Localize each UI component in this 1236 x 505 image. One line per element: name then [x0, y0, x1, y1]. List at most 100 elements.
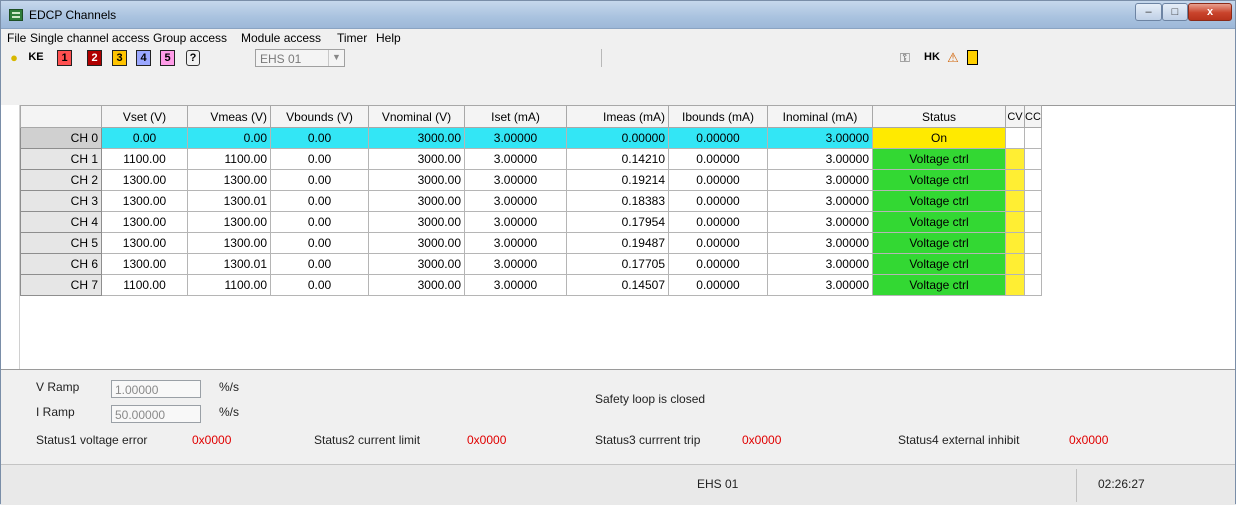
cell-cv-flag: [1005, 127, 1025, 149]
cell-imeas: 0.18383: [566, 190, 669, 212]
cell-cc-flag: [1024, 253, 1042, 275]
col-cc-header[interactable]: CC: [1024, 105, 1042, 128]
cell-channel[interactable]: CH 0: [20, 127, 102, 149]
cell-status: Voltage ctrl: [872, 211, 1006, 233]
menu-group-access[interactable]: Group access: [153, 31, 227, 45]
cell-cv-flag: [1005, 253, 1025, 275]
edcp-channels-window: EDCP Channels – □ x File Single channel …: [0, 0, 1236, 505]
cell-channel[interactable]: CH 5: [20, 232, 102, 254]
cell-ibounds: 0.00000: [668, 127, 768, 149]
cell-imeas: 0.14210: [566, 148, 669, 170]
cell-vnominal: 3000.00: [368, 148, 465, 170]
cell-vset: 1300.00: [101, 232, 188, 254]
cell-vmeas: 1300.01: [187, 253, 271, 275]
table-row[interactable]: CH 5 1300.00 1300.00 0.00 3000.00 3.00000 0.19…: [20, 232, 1042, 254]
cell-vset: 1300.00: [101, 169, 188, 191]
status4-value: 0x0000: [1069, 433, 1109, 447]
safety-loop-status: Safety loop is closed: [595, 392, 706, 406]
maximize-button[interactable]: □: [1162, 3, 1188, 21]
cell-imeas: 0.19487: [566, 232, 669, 254]
cell-ibounds: 0.00000: [668, 274, 768, 296]
col-vbounds-header[interactable]: Vbounds (V): [270, 105, 369, 128]
cell-inominal: 3.00000: [767, 127, 873, 149]
group-1-button[interactable]: 1: [57, 50, 72, 66]
ke-button[interactable]: KE: [27, 50, 45, 66]
cell-channel[interactable]: CH 7: [20, 274, 102, 296]
cell-status: Voltage ctrl: [872, 232, 1006, 254]
cell-imeas: 0.19214: [566, 169, 669, 191]
table-header-row: Vset (V) Vmeas (V) Vbounds (V) Vnominal …: [20, 105, 1042, 128]
cell-cv-flag: [1005, 148, 1025, 170]
cell-cc-flag: [1024, 127, 1042, 149]
table-row[interactable]: CH 6 1300.00 1300.01 0.00 3000.00 3.00000 0.17…: [20, 253, 1042, 275]
i-ramp-input[interactable]: 50.00000: [111, 405, 201, 423]
cell-vnominal: 3000.00: [368, 127, 465, 149]
menu-help[interactable]: Help: [376, 31, 401, 45]
cell-channel[interactable]: CH 3: [20, 190, 102, 212]
key-icon[interactable]: ⚿: [896, 50, 914, 66]
v-ramp-input[interactable]: 1.00000: [111, 380, 201, 398]
window-title: EDCP Channels: [29, 8, 117, 22]
cell-channel[interactable]: CH 1: [20, 148, 102, 170]
hk-button[interactable]: HK: [922, 50, 942, 66]
col-ibounds-header[interactable]: Ibounds (mA): [668, 105, 768, 128]
cell-vbounds: 0.00: [270, 169, 369, 191]
cell-cv-flag: [1005, 190, 1025, 212]
table-row[interactable]: CH 1 1100.00 1100.00 0.00 3000.00 3.00000 0.14…: [20, 148, 1042, 170]
col-cv-header[interactable]: CV: [1005, 105, 1025, 128]
cell-channel[interactable]: CH 4: [20, 211, 102, 233]
group-5-button[interactable]: 5: [160, 50, 175, 66]
col-imeas-header[interactable]: Imeas (mA): [566, 105, 669, 128]
i-ramp-label: I Ramp: [36, 405, 75, 419]
cell-imeas: 0.17705: [566, 253, 669, 275]
table-row[interactable]: CH 4 1300.00 1300.00 0.00 3000.00 3.00000 0.17…: [20, 211, 1042, 233]
module-select[interactable]: EHS 01 ▼: [255, 49, 345, 67]
table-row[interactable]: CH 3 1300.00 1300.01 0.00 3000.00 3.00000 0.18…: [20, 190, 1042, 212]
close-button[interactable]: x: [1188, 3, 1232, 21]
status-clock: 02:26:27: [1098, 477, 1145, 491]
status-module-name: EHS 01: [697, 477, 739, 491]
col-iset-header[interactable]: Iset (mA): [464, 105, 567, 128]
status1-label: Status1 voltage error: [36, 433, 148, 447]
app-icon: [9, 9, 23, 21]
cell-vmeas: 0.00: [187, 127, 271, 149]
warning-icon[interactable]: ⚠: [945, 50, 961, 66]
col-status-header[interactable]: Status: [872, 105, 1006, 128]
menu-timer[interactable]: Timer: [337, 31, 367, 45]
col-vmeas-header[interactable]: Vmeas (V): [187, 105, 271, 128]
lightbulb-icon[interactable]: ●: [7, 50, 21, 66]
cell-inominal: 3.00000: [767, 232, 873, 254]
cell-iset: 3.00000: [464, 211, 567, 233]
table-row[interactable]: CH 0 0.00 0.00 0.00 3000.00 3.00000 0.00000 0.0…: [20, 127, 1042, 149]
cell-channel[interactable]: CH 6: [20, 253, 102, 275]
col-vnominal-header[interactable]: Vnominal (V): [368, 105, 465, 128]
cell-imeas: 0.17954: [566, 211, 669, 233]
cell-vset: 1300.00: [101, 211, 188, 233]
group-4-button[interactable]: 4: [136, 50, 151, 66]
cell-inominal: 3.00000: [767, 169, 873, 191]
module-select-value: EHS 01: [260, 52, 302, 66]
menu-module-access[interactable]: Module access: [241, 31, 321, 45]
menu-single-channel-access[interactable]: Single channel access: [30, 31, 149, 45]
cell-vbounds: 0.00: [270, 232, 369, 254]
help-question-icon[interactable]: ?: [186, 50, 200, 66]
cell-channel[interactable]: CH 2: [20, 169, 102, 191]
chevron-down-icon[interactable]: ▼: [328, 50, 344, 66]
cell-vbounds: 0.00: [270, 253, 369, 275]
status3-label: Status3 currrent trip: [595, 433, 701, 447]
group-2-button[interactable]: 2: [87, 50, 102, 66]
table-row[interactable]: CH 7 1100.00 1100.00 0.00 3000.00 3.00000 0.14…: [20, 274, 1042, 296]
group-3-button[interactable]: 3: [112, 50, 127, 66]
col-inominal-header[interactable]: Inominal (mA): [767, 105, 873, 128]
cell-status: Voltage ctrl: [872, 274, 1006, 296]
menu-bar: File Single channel access Group access …: [1, 29, 1235, 47]
minimize-button[interactable]: –: [1135, 3, 1162, 21]
cell-vmeas: 1300.00: [187, 232, 271, 254]
exit-door-icon[interactable]: [967, 50, 978, 65]
cell-cc-flag: [1024, 148, 1042, 170]
title-bar[interactable]: EDCP Channels – □ x: [1, 1, 1235, 29]
table-row[interactable]: CH 2 1300.00 1300.00 0.00 3000.00 3.00000 0.19…: [20, 169, 1042, 191]
col-vset-header[interactable]: Vset (V): [101, 105, 188, 128]
cell-vnominal: 3000.00: [368, 274, 465, 296]
menu-file[interactable]: File: [7, 31, 26, 45]
